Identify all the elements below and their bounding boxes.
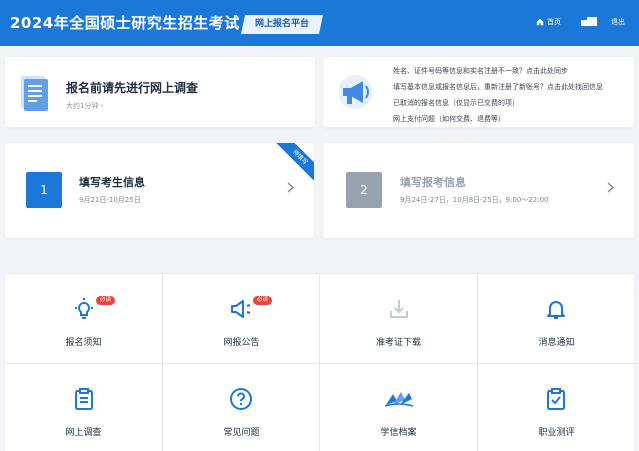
logout-link[interactable]: 退出 bbox=[611, 17, 625, 27]
user-menu[interactable] bbox=[581, 17, 597, 26]
bell-icon bbox=[547, 301, 565, 319]
step-date-2: 9月24日-27日，10月8日-25日，9:00～22:00 bbox=[400, 196, 549, 204]
menu-label-guidelines: 报名须知 bbox=[65, 338, 102, 348]
home-link-label: 首页 bbox=[547, 18, 561, 26]
platform-tag-label: 网上报名平台 bbox=[254, 19, 309, 29]
notice-payment[interactable]: 网上支付问题（如何交费、退费等） bbox=[393, 114, 505, 124]
platform-tag: 网上报名平台 bbox=[240, 15, 324, 34]
chevron-right-icon bbox=[607, 182, 614, 193]
menu-label-career-test: 职业测评 bbox=[538, 428, 575, 438]
survey-duration-label: 大约1分钟 bbox=[66, 102, 99, 110]
menu-label-notifications: 消息通知 bbox=[538, 338, 575, 348]
home-icon bbox=[536, 18, 544, 26]
survey-title: 报名前请先进行网上调查 bbox=[66, 81, 199, 95]
status-ribbon-label: 待填写 bbox=[276, 143, 314, 181]
notice-sync-name[interactable]: 姓名、证件号码等信息和实名注册不一致？点击此处同步 bbox=[393, 66, 568, 76]
user-avatar-icon bbox=[581, 17, 597, 26]
menu-label-survey: 网上调查 bbox=[65, 428, 102, 438]
chevron-right-icon: › bbox=[100, 102, 104, 110]
notice-cancelled-records[interactable]: 已取消的报名信息（仅显示已交费的项） bbox=[393, 98, 519, 108]
lightbulb-icon bbox=[75, 298, 93, 319]
status-ribbon: 待填写 bbox=[276, 143, 314, 181]
menu-label-admission-ticket: 准考证下载 bbox=[375, 338, 421, 348]
question-icon bbox=[230, 388, 252, 410]
clipboard-check-icon bbox=[547, 388, 565, 410]
required-badge: 必读 bbox=[253, 296, 273, 305]
step-title-2: 填写报考信息 bbox=[400, 176, 466, 189]
menu-label-xuexin-archive: 学信档案 bbox=[380, 428, 417, 438]
required-badge: 必读 bbox=[96, 296, 116, 305]
menu-label-announcements: 网报公告 bbox=[223, 338, 260, 348]
announcement-icon bbox=[231, 300, 251, 318]
home-link[interactable]: 首页 bbox=[536, 17, 561, 27]
step-number-1: 1 bbox=[26, 172, 62, 208]
step-title-1: 填写考生信息 bbox=[79, 176, 145, 189]
clipboard-icon bbox=[75, 388, 93, 410]
download-icon bbox=[390, 300, 408, 318]
logout-label: 退出 bbox=[611, 18, 625, 26]
chevron-right-icon bbox=[287, 182, 294, 193]
top-bar: 2024年全国硕士研究生招生考试 网上报名平台 首页 退出 bbox=[0, 0, 639, 46]
step-date-1: 9月21日-10月25日 bbox=[79, 196, 141, 204]
page-title: 2024年全国硕士研究生招生考试 bbox=[10, 14, 240, 32]
survey-duration[interactable]: 大约1分钟 › bbox=[66, 101, 104, 111]
menu-label-faq: 常见问题 bbox=[223, 428, 260, 438]
step-number-2: 2 bbox=[346, 172, 382, 208]
megaphone-icon bbox=[338, 75, 372, 109]
xuexin-logo-icon bbox=[384, 392, 414, 407]
document-icon bbox=[21, 76, 48, 111]
notice-recover-info[interactable]: 填写基本信息或报名信息后，重新注册了新账号？点击此处找回信息 bbox=[393, 82, 603, 92]
